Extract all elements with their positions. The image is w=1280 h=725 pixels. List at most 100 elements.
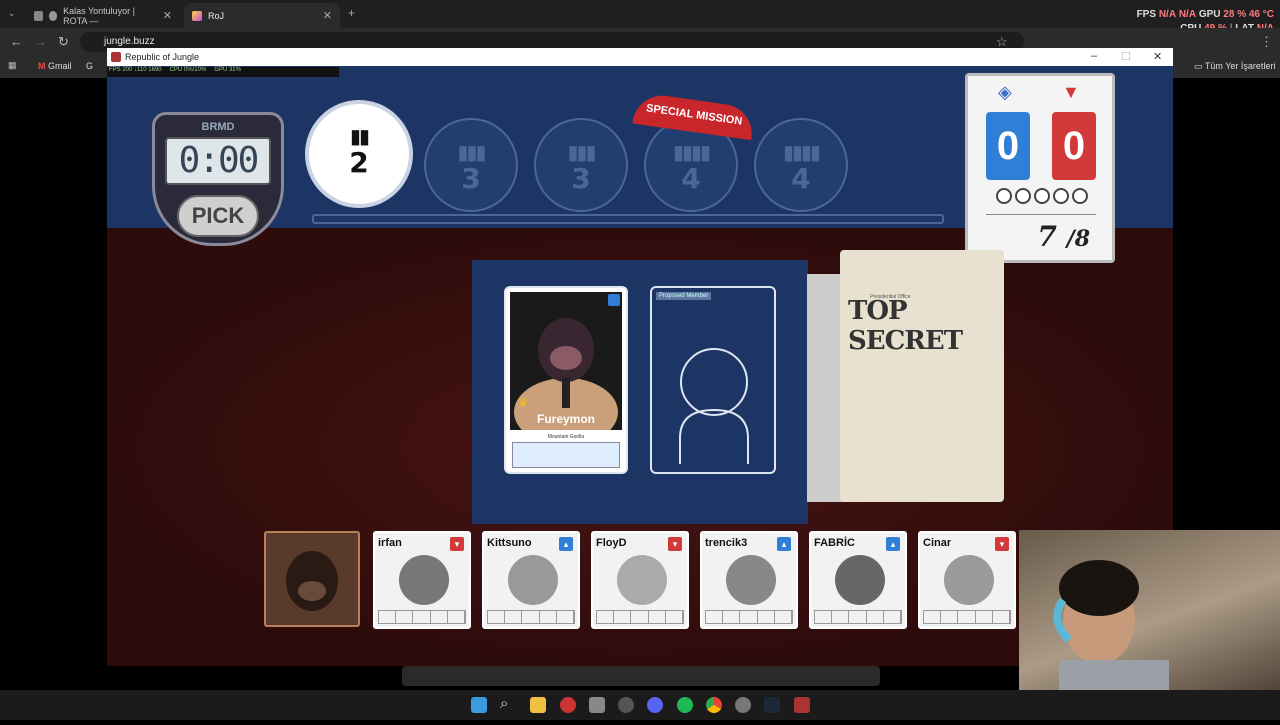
round-current: 7 xyxy=(1037,220,1057,253)
pig-avatar-icon xyxy=(617,555,667,605)
close-tab-icon[interactable]: ✕ xyxy=(163,9,172,22)
divider xyxy=(986,214,1096,215)
vote-history xyxy=(923,610,1011,624)
minimize-icon[interactable]: – xyxy=(1091,50,1097,62)
fps-value-2: N/A xyxy=(1178,9,1197,20)
player-name: FloyD xyxy=(596,537,627,549)
vote-history xyxy=(378,610,466,624)
discord-icon[interactable] xyxy=(647,697,663,713)
red-score: 0 xyxy=(1052,112,1096,180)
mission-circle: ▮▮ 2 xyxy=(305,100,413,208)
blue-vote-icon: ▴ xyxy=(559,537,573,551)
game-chat-bar[interactable] xyxy=(402,666,880,686)
window-titlebar: Republic of Jungle – ☐ ✕ xyxy=(107,48,1173,66)
settings-gear-icon[interactable] xyxy=(618,697,634,713)
app-icon xyxy=(111,52,121,62)
blue-team-icon: ◈ xyxy=(998,82,1012,102)
blue-vote-icon: ▴ xyxy=(777,537,791,551)
goat-avatar-icon xyxy=(944,555,994,605)
fps-value: N/A xyxy=(1158,9,1177,20)
vote-grid xyxy=(512,442,620,468)
mission-1[interactable]: ▮▮ 2 xyxy=(305,100,413,208)
mission-2[interactable]: ▮▮▮ 3 xyxy=(424,118,518,212)
result-slot xyxy=(1053,188,1069,204)
wolf-avatar-icon xyxy=(508,555,558,605)
close-tab-icon[interactable]: ✕ xyxy=(323,9,332,22)
store-icon[interactable] xyxy=(589,697,605,713)
vote-history xyxy=(814,610,902,624)
app-icon[interactable] xyxy=(735,697,751,713)
mission-5[interactable]: ▮▮▮▮ 4 xyxy=(754,118,848,212)
tab-list-chevron-icon[interactable]: ⌄ xyxy=(8,8,16,19)
tab-title: Kalas Yontuluyor | ROTA — xyxy=(63,5,135,26)
result-slot xyxy=(1034,188,1050,204)
player-card[interactable]: trencik3 ▴ xyxy=(700,531,798,629)
game-taskbar-icon[interactable] xyxy=(794,697,810,713)
menu-dots-icon[interactable]: ⋮ xyxy=(1260,34,1273,50)
mission-size: 3 xyxy=(461,162,481,195)
result-slot xyxy=(1072,188,1088,204)
reload-icon[interactable]: ↻ xyxy=(58,34,69,50)
own-character-card[interactable] xyxy=(264,531,360,627)
pick-button[interactable]: PICK xyxy=(177,195,259,237)
spotify-icon[interactable] xyxy=(677,697,693,713)
mission-size: 4 xyxy=(791,162,811,195)
all-bookmarks[interactable]: ▭ Tüm Yer İşaretleri xyxy=(1194,61,1275,72)
player-card[interactable]: FABRİC ▴ xyxy=(809,531,907,629)
round-counter: 7 /8 xyxy=(968,220,1112,253)
player-card[interactable]: Cinar ▾ xyxy=(918,531,1016,629)
browser-tab-rota[interactable]: Kalas Yontuluyor | ROTA — ✕ xyxy=(26,3,180,28)
blue-vote-icon: ▴ xyxy=(886,537,900,551)
blue-score: 0 xyxy=(986,112,1030,180)
selected-member-card[interactable]: Fureymon ♛ Mountain Gorilla xyxy=(504,286,628,474)
app-icon[interactable] xyxy=(560,697,576,713)
member-name: Fureymon xyxy=(536,412,595,426)
player-card[interactable]: FloyD ▾ xyxy=(591,531,689,629)
maximize-icon[interactable]: ☐ xyxy=(1121,50,1131,63)
roj-favicon-icon xyxy=(192,10,202,21)
red-team-icon: ▼ xyxy=(1062,82,1080,102)
blue-badge-icon xyxy=(608,294,620,306)
start-windows-icon[interactable] xyxy=(471,697,487,713)
bear-avatar-icon xyxy=(835,555,885,605)
bookmark-gmail[interactable]: M Gmail xyxy=(38,61,72,71)
back-arrow-icon[interactable]: ← xyxy=(10,34,23,49)
red-vote-icon: ▾ xyxy=(668,537,682,551)
close-window-icon[interactable]: ✕ xyxy=(1153,50,1162,63)
mission-size: 3 xyxy=(571,162,591,195)
mission-track xyxy=(312,214,944,224)
fps-label: FPS xyxy=(1136,9,1157,20)
mission-3[interactable]: ▮▮▮ 3 xyxy=(534,118,628,212)
window-title: Republic of Jungle xyxy=(125,52,200,62)
player-card[interactable]: irfan ▾ xyxy=(373,531,471,629)
score-panel: ◈ ▼ 0 0 7 /8 xyxy=(965,73,1115,263)
game-perf-bar: FPS 200 ↓110 1690 CPU 0%/10% GPU 31% xyxy=(107,67,339,77)
player-card[interactable]: Kittsuno ▴ xyxy=(482,531,580,629)
mission-size: 4 xyxy=(681,162,701,195)
mission-circle: ▮▮▮ 3 xyxy=(534,118,628,212)
apps-grid-icon[interactable]: ▦ xyxy=(8,60,17,71)
player-name: Cinar xyxy=(923,537,952,549)
player-name: FABRİC xyxy=(814,537,855,549)
top-secret-dossier[interactable]: Presidential Office TOP SECRET xyxy=(840,250,1004,502)
steam-icon[interactable] xyxy=(764,697,780,713)
result-slot xyxy=(1015,188,1031,204)
search-icon[interactable]: ⌕ xyxy=(500,695,508,712)
timer-label: BRMD xyxy=(201,121,235,133)
forward-arrow-icon[interactable]: → xyxy=(34,34,47,49)
proposed-member-slot[interactable]: Proposed Member xyxy=(650,286,776,474)
monkey-avatar-icon xyxy=(726,555,776,605)
crown-icon: ♛ xyxy=(518,397,528,409)
gpu-value: 28 % xyxy=(1223,9,1247,20)
bookmark-g[interactable]: G xyxy=(86,61,93,71)
mission-results xyxy=(996,188,1088,204)
rota-favicon-icon xyxy=(34,10,43,21)
timer-badge: BRMD 0:00 PICK xyxy=(152,112,284,246)
red-vote-icon: ▾ xyxy=(450,537,464,551)
chrome-icon[interactable] xyxy=(706,697,722,713)
new-tab-button[interactable]: + xyxy=(348,6,355,20)
vote-history xyxy=(705,610,793,624)
dossier-title: TOP SECRET xyxy=(848,296,963,356)
file-explorer-icon[interactable] xyxy=(530,697,546,713)
browser-tab-roj[interactable]: RoJ ✕ xyxy=(184,3,340,28)
